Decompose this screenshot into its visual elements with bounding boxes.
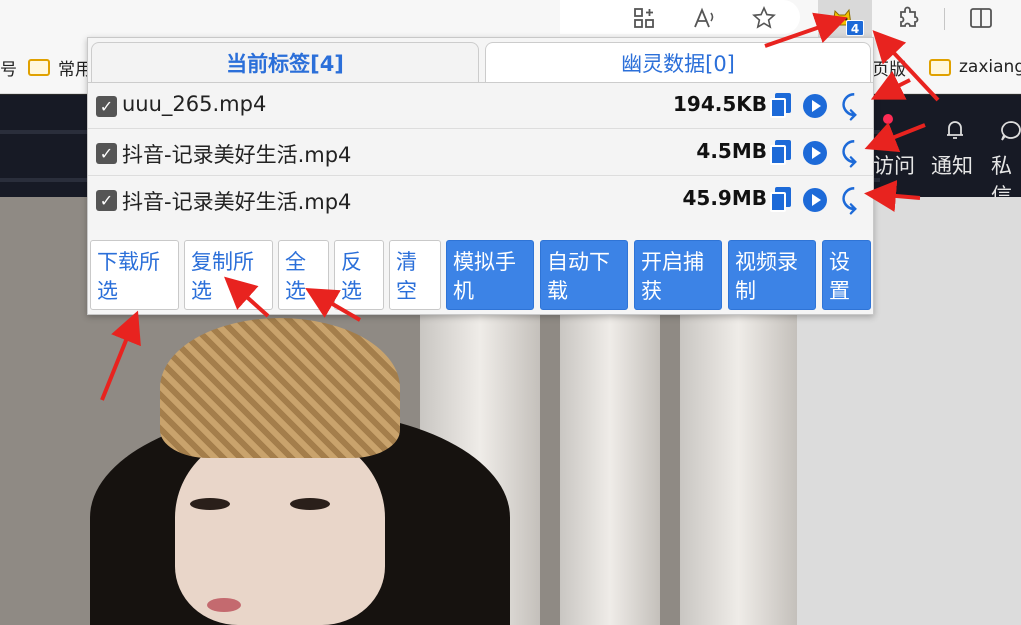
download-selected-button[interactable]: 下载所选	[90, 240, 179, 310]
bell-icon[interactable]	[945, 118, 965, 147]
file-size: 194.5KB	[672, 92, 767, 116]
browser-toolbar: 4	[0, 0, 1021, 40]
download-icon[interactable]: ⤹	[837, 187, 861, 213]
simulate-mobile-button[interactable]: 模拟手机	[446, 240, 534, 310]
play-icon[interactable]	[803, 141, 827, 165]
folder-icon	[929, 58, 951, 76]
copy-icon[interactable]	[769, 93, 793, 119]
nav-visit[interactable]: 访问	[873, 150, 915, 180]
nav-notify[interactable]: 通知	[931, 150, 973, 180]
file-size: 45.9MB	[682, 186, 768, 210]
bookmark-folder-3[interactable]: zaxiang	[929, 54, 1021, 80]
video-record-button[interactable]: 视频录制	[728, 240, 816, 310]
tab-ghost-data[interactable]: 幽灵数据[0]	[485, 42, 871, 83]
file-row: ✓ uuu_265.mp4 194.5KB ⤹	[88, 83, 873, 129]
select-all-button[interactable]: 全选	[278, 240, 329, 310]
download-icon[interactable]: ⤹	[837, 140, 861, 166]
file-name: uuu_265.mp4	[122, 92, 267, 116]
extensions-puzzle-icon[interactable]	[894, 4, 924, 32]
bookmark-folder-1[interactable]: 常用	[28, 54, 92, 80]
bookmark-partial-2[interactable]: 页版	[872, 54, 906, 80]
auto-download-button[interactable]: 自动下载	[540, 240, 628, 310]
file-checkbox[interactable]: ✓	[96, 143, 117, 164]
video-downloader-popup: 当前标签[4] 幽灵数据[0] ✓ uuu_265.mp4 194.5KB ⤹ …	[87, 37, 874, 315]
file-checkbox[interactable]: ✓	[96, 190, 117, 211]
settings-button[interactable]: 设置	[822, 240, 871, 310]
copy-icon[interactable]	[769, 187, 793, 213]
extension-count-badge: 4	[846, 20, 864, 36]
file-row: ✓ 抖音-记录美好生活.mp4 45.9MB ⤹	[88, 177, 873, 223]
copy-icon[interactable]	[769, 140, 793, 166]
file-name: 抖音-记录美好生活.mp4	[122, 190, 352, 214]
notification-dot	[883, 114, 893, 124]
video-subject-lips	[207, 598, 241, 612]
file-row: ✓ 抖音-记录美好生活.mp4 4.5MB ⤹	[88, 130, 873, 176]
file-list-overflow	[88, 222, 873, 230]
play-icon[interactable]	[803, 94, 827, 118]
video-subject-hat	[160, 318, 400, 458]
favorite-star-icon[interactable]	[749, 4, 779, 32]
video-subject-face	[175, 430, 385, 625]
video-subject-eye	[290, 498, 330, 510]
folder-icon	[28, 58, 50, 76]
add-tab-group-icon[interactable]	[629, 4, 659, 32]
copy-selected-button[interactable]: 复制所选	[184, 240, 273, 310]
download-icon[interactable]: ⤹	[837, 93, 861, 119]
tab-current[interactable]: 当前标签[4]	[91, 42, 479, 83]
toolbar-separator	[944, 8, 945, 30]
file-name: 抖音-记录美好生活.mp4	[122, 143, 352, 167]
file-size: 4.5MB	[696, 139, 767, 163]
read-aloud-icon[interactable]	[690, 4, 720, 32]
split-screen-icon[interactable]	[966, 4, 996, 32]
video-subject-eye	[190, 498, 230, 510]
file-checkbox[interactable]: ✓	[96, 96, 117, 117]
message-bubble-icon[interactable]	[1000, 120, 1021, 147]
invert-selection-button[interactable]: 反选	[334, 240, 384, 310]
play-icon[interactable]	[803, 188, 827, 212]
enable-capture-button[interactable]: 开启捕获	[634, 240, 722, 310]
clear-button[interactable]: 清空	[389, 240, 441, 310]
bookmark-partial-left[interactable]: 号	[0, 54, 17, 80]
